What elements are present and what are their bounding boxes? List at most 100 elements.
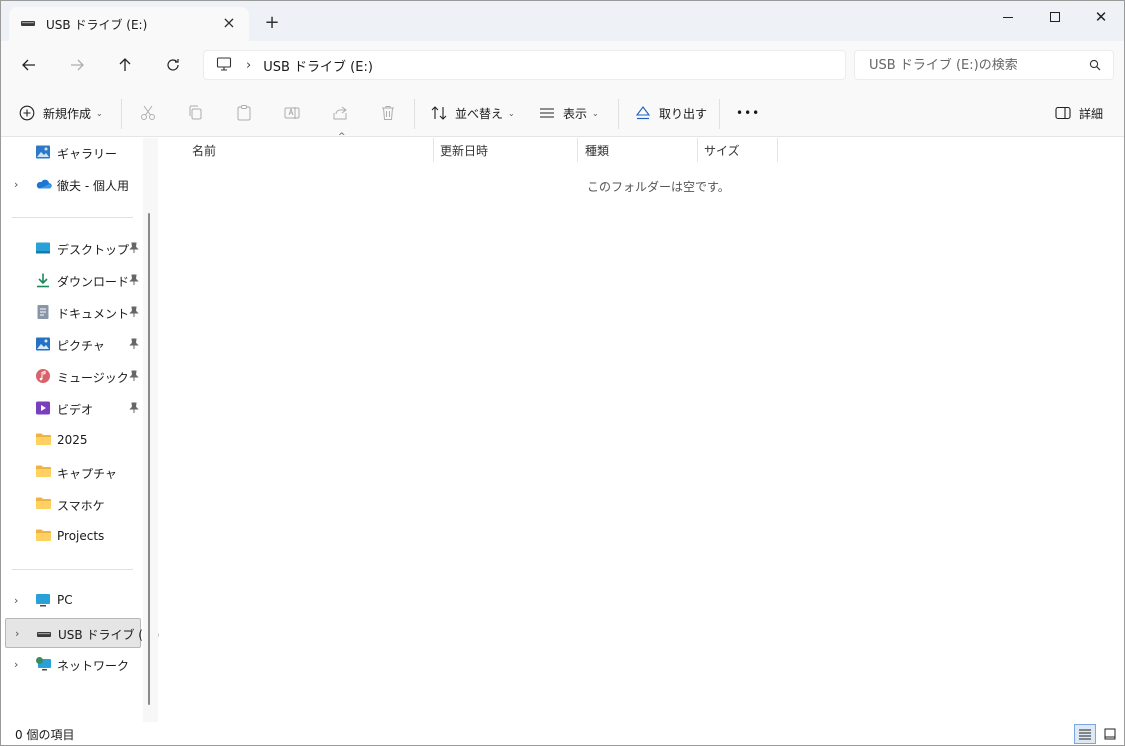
pin-icon[interactable] [129,370,139,385]
sidebar-item-desktop[interactable]: デスクトップ [5,234,141,264]
sidebar-item-gallery[interactable]: ギャラリー [5,138,141,168]
details-pane-button[interactable]: 詳細 [1055,101,1103,125]
arrow-left-icon [22,59,35,71]
sidebar-scrollbar[interactable] [143,138,158,722]
column-header-date[interactable]: 更新日時 [440,138,576,162]
toolbar-divider [414,99,415,129]
sidebar-item-music[interactable]: ミュージック [5,362,141,392]
sidebar-item-pc[interactable]: › PC [5,586,141,616]
pin-icon[interactable] [129,274,139,289]
view-label: 表示 [563,106,588,121]
sidebar-item-label: キャプチャ [57,467,117,481]
column-header-name[interactable]: 名前 ^ [192,132,432,162]
chevron-right-icon[interactable]: › [14,178,18,191]
desktop-icon [35,240,51,259]
column-divider[interactable] [777,138,778,162]
pin-icon[interactable] [129,306,139,321]
view-button[interactable]: 表示 ⌄ [539,101,599,125]
pin-icon[interactable] [129,242,139,257]
share-icon [333,106,347,120]
search-box[interactable] [854,50,1114,80]
sidebar-item-label: PC [57,593,73,607]
forward-button[interactable] [65,53,89,77]
sidebar-item-documents[interactable]: ドキュメント [5,298,141,328]
column-size-label: サイズ [704,143,740,158]
close-icon: ✕ [1094,7,1108,26]
pin-icon[interactable] [129,338,139,353]
sort-button[interactable]: 並べ替え ⌄ [431,101,515,125]
folder-icon [35,432,52,449]
sidebar-item-onedrive[interactable]: › 徹夫 - 個人用 [5,170,141,200]
address-bar[interactable]: › USB ドライブ (E:) [203,50,846,80]
column-divider[interactable] [697,138,698,162]
column-divider[interactable] [577,138,578,162]
folder-icon [35,464,52,481]
chevron-right-icon[interactable]: › [14,594,18,607]
delete-button[interactable] [379,101,397,125]
eject-button[interactable]: 取り出す [635,101,707,125]
search-icon[interactable] [1089,59,1101,74]
details-pane-icon [1055,106,1071,120]
tab-usb-drive[interactable]: USB ドライブ (E:) × [9,7,249,41]
usb-drive-icon [36,628,52,642]
item-count: 0 個の項目 [15,728,75,742]
pictures-icon [35,336,51,355]
chevron-right-icon[interactable]: › [246,58,251,73]
view-list-icon [540,108,554,118]
sidebar-item-folder-capture[interactable]: キャプチャ [5,458,141,488]
trash-icon [382,106,394,120]
rename-button[interactable] [283,101,301,125]
sort-icon [431,106,447,120]
details-view-icon [1079,729,1091,740]
up-button[interactable] [113,53,137,77]
paste-button[interactable] [235,101,253,125]
search-input[interactable] [869,57,1079,73]
sidebar-item-folder-2025[interactable]: 2025 [5,426,141,456]
cut-button[interactable] [139,101,157,125]
scissors-icon [141,105,155,120]
sidebar-divider [12,569,133,570]
sidebar-item-label: 徹夫 - 個人用 [57,179,129,193]
sidebar-scroll-thumb[interactable] [148,213,150,705]
sidebar-item-label: ドキュメント [57,307,130,321]
breadcrumb[interactable]: USB ドライブ (E:) [263,56,373,75]
close-tab-icon[interactable]: × [221,15,237,31]
column-header-size[interactable]: サイズ [704,138,778,162]
back-button[interactable] [17,53,41,77]
tiles-view-button[interactable] [1099,724,1121,744]
new-label: 新規作成 [43,106,92,121]
pin-icon[interactable] [129,402,139,417]
sidebar-item-videos[interactable]: ビデオ [5,394,141,424]
more-button[interactable]: ••• [736,101,760,125]
sidebar-item-pictures[interactable]: ピクチャ [5,330,141,360]
toolbar-divider [618,99,619,129]
new-tab-icon[interactable]: + [263,14,281,32]
maximize-button[interactable] [1032,4,1078,30]
refresh-button[interactable] [161,53,185,77]
sidebar-item-folder-projects[interactable]: Projects [5,522,141,552]
share-button[interactable] [331,101,349,125]
chevron-down-icon: ⌄ [508,108,515,118]
sidebar-item-network[interactable]: › ネットワーク [5,650,141,680]
chevron-right-icon[interactable]: › [14,658,18,671]
title-bar: USB ドライブ (E:) × + ✕ [1,1,1124,41]
empty-folder-message: このフォルダーは空です。 [587,180,730,194]
sidebar-item-usb-drive[interactable]: › USB ドライブ (E:) [5,618,159,648]
gallery-icon [35,144,51,163]
network-icon [35,656,52,675]
address-row: › USB ドライブ (E:) [1,41,1124,89]
close-window-button[interactable]: ✕ [1078,4,1124,30]
new-button[interactable]: 新規作成 ⌄ [19,101,103,125]
sidebar-item-label: Projects [57,529,105,543]
music-icon [35,368,51,387]
copy-button[interactable] [187,101,205,125]
file-list: 名前 ^ 更新日時 種類 サイズ このフォルダーは空です。 [159,132,1124,722]
sidebar-item-folder-sumahoke[interactable]: スマホケ [5,490,141,520]
chevron-right-icon[interactable]: › [15,627,19,640]
sidebar-item-label: ダウンロード [57,275,130,289]
column-divider[interactable] [433,138,434,162]
details-view-button[interactable] [1074,724,1096,744]
column-header-type[interactable]: 種類 [585,138,697,162]
sidebar-item-downloads[interactable]: ダウンロード [5,266,141,296]
minimize-button[interactable] [985,4,1031,30]
